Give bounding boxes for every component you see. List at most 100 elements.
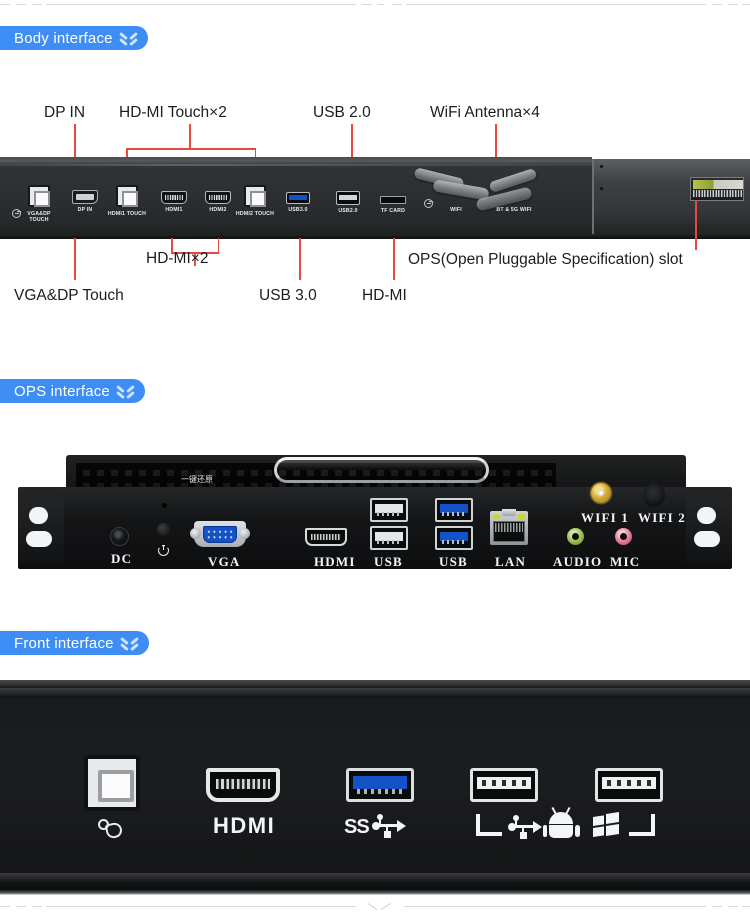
port-label-dp-in: DP IN xyxy=(77,207,93,213)
port-usb30-top[interactable] xyxy=(435,498,473,522)
port-usb30-front[interactable] xyxy=(346,768,414,802)
port-label-hdmi1-touch: HDMI1 TOUCH xyxy=(107,211,147,217)
ops-label-mic: MIC xyxy=(610,554,641,569)
ops-slot-connector xyxy=(690,177,744,201)
superspeed-ss-text: SS xyxy=(344,816,370,838)
front-panel-rail-top xyxy=(0,688,750,698)
port-hdmi-ops[interactable] xyxy=(305,528,347,546)
port-wifi: WIFI xyxy=(443,199,469,213)
leader-hdmi xyxy=(393,238,395,280)
port-hdmi2-touch[interactable]: HDMI2 TOUCH xyxy=(236,185,274,217)
body-interface-panel: VGA&DP TOUCH DP IN HDMI1 TOUCH HDMI1 HDM… xyxy=(0,157,750,239)
ops-handle[interactable] xyxy=(274,457,489,483)
port-usb30-bottom[interactable] xyxy=(435,526,473,550)
ops-mount-ear-left xyxy=(18,495,64,563)
port-usb20[interactable]: USB2.0 xyxy=(336,191,360,214)
port-label-bt-5g-wifi: BT & 5G WIFI xyxy=(496,207,532,213)
top-divider xyxy=(0,4,750,6)
leader-ops-slot xyxy=(695,200,697,250)
badge-ops-interface[interactable]: OPS interface xyxy=(0,379,145,403)
bottom-chevron-icon xyxy=(368,903,390,915)
badge-front-interface[interactable]: Front interface xyxy=(0,631,149,655)
port-hdmi1[interactable]: HDMI1 xyxy=(161,191,187,213)
usb-trident-icon xyxy=(508,815,542,839)
leader-usb-2-0 xyxy=(351,124,353,160)
hdmi-text-icon: HDMI xyxy=(213,813,276,838)
callout-usb-3-0: USB 3.0 xyxy=(259,287,317,304)
callout-vga-dp-touch: VGA&DP Touch xyxy=(14,287,124,304)
port-vga-dp-touch[interactable]: VGA&DP TOUCH xyxy=(27,185,50,223)
port-lan[interactable] xyxy=(490,509,528,545)
superspeed-usb-icon xyxy=(372,814,406,838)
ops-label-lan: LAN xyxy=(495,554,527,569)
ops-mount-ear-right xyxy=(686,495,732,563)
port-label-tf-card: TF CARD xyxy=(380,208,406,214)
antenna-hole-wifi2 xyxy=(643,483,665,507)
port-hdmi-front[interactable] xyxy=(206,768,280,802)
port-tf-card[interactable]: TF CARD xyxy=(380,196,406,214)
ops-label-usb-1: USB xyxy=(374,554,403,569)
port-label-usb30: USB3.0 xyxy=(288,207,308,213)
bracket-left-icon xyxy=(476,814,502,836)
body-panel-face: VGA&DP TOUCH DP IN HDMI1 TOUCH HDMI1 HDM… xyxy=(0,157,592,239)
port-audio-out[interactable] xyxy=(567,528,584,545)
port-mic-in[interactable] xyxy=(615,528,632,545)
port-hdmi1-touch[interactable]: HDMI1 TOUCH xyxy=(108,185,146,217)
port-label-vga-dp-touch: VGA&DP TOUCH xyxy=(27,211,51,223)
port-usb20-bottom[interactable] xyxy=(370,526,408,550)
ops-label-hdmi: HDMI xyxy=(314,554,356,569)
port-dc-jack[interactable] xyxy=(110,527,129,546)
port-label-wifi: WIFI xyxy=(450,207,462,213)
port-vga[interactable] xyxy=(190,521,250,547)
ops-label-dc: DC xyxy=(111,551,133,566)
port-usb30[interactable]: USB3.0 xyxy=(286,192,310,213)
badge-body-interface-label: Body interface xyxy=(14,29,113,47)
leader-usb-3-0 xyxy=(299,238,301,280)
callout-dp-in: DP IN xyxy=(44,104,86,121)
callout-usb-2-0: USB 2.0 xyxy=(313,104,371,121)
badge-front-interface-label: Front interface xyxy=(14,634,114,652)
ops-label-vga: VGA xyxy=(208,554,241,569)
port-hdmi2[interactable]: HDMI2 xyxy=(205,191,231,213)
body-panel-lip xyxy=(0,234,750,239)
reset-pinhole[interactable] xyxy=(162,503,167,508)
antenna-connector-wifi1[interactable] xyxy=(591,483,611,503)
ops-label-usb-2: USB xyxy=(439,554,468,569)
port-label-hdmi2: HDMI2 xyxy=(209,207,227,213)
one-key-restore-label: 一键还原 xyxy=(181,475,213,484)
android-icon xyxy=(542,812,580,838)
front-interface-panel: HDMI SS xyxy=(0,680,750,895)
badge-ops-interface-label: OPS interface xyxy=(14,382,110,400)
double-chevron-down-icon-2 xyxy=(118,383,133,399)
ops-label-wifi2: WIFI 2 xyxy=(638,510,687,525)
port-dp-in[interactable]: DP IN xyxy=(72,190,98,213)
callout-hdmi-touch-x2: HD-MI Touch×2 xyxy=(119,104,227,121)
screw-icon-2 xyxy=(424,199,433,208)
ops-interface-panel: 一键还原 DC VGA HDMI USB USB LAN WIFI 1 WIFI… xyxy=(18,455,732,575)
port-label-hdmi2-touch: HDMI2 TOUCH xyxy=(235,211,275,217)
leader-vga-dp-touch xyxy=(74,238,76,280)
ops-label-audio: AUDIO xyxy=(553,554,603,569)
ops-label-wifi1: WIFI 1 xyxy=(581,510,630,525)
port-usb-b-touch[interactable] xyxy=(84,755,140,811)
port-label-usb20: USB2.0 xyxy=(338,208,358,214)
callout-wifi-antenna-x4: WiFi Antenna×4 xyxy=(430,104,540,121)
windows-icon xyxy=(593,811,619,838)
double-chevron-down-icon-3 xyxy=(122,635,137,651)
front-panel-top-edge xyxy=(0,680,750,686)
screw-icon xyxy=(12,209,21,218)
callout-hdmi: HD-MI xyxy=(362,287,407,304)
leader-dp-in xyxy=(74,124,76,160)
badge-body-interface[interactable]: Body interface xyxy=(0,26,148,50)
ops-slot-housing[interactable] xyxy=(592,159,750,237)
callout-hdmi-x2: HD-MI×2 xyxy=(146,250,209,267)
power-button[interactable] xyxy=(157,523,170,536)
port-label-hdmi1: HDMI1 xyxy=(165,207,183,213)
port-usb-android[interactable] xyxy=(470,768,538,802)
port-usb20-top[interactable] xyxy=(370,498,408,522)
front-panel-bottom-edge xyxy=(0,890,750,895)
double-chevron-down-icon xyxy=(121,30,136,46)
port-usb-windows[interactable] xyxy=(595,768,663,802)
front-panel-rail-bottom xyxy=(0,873,750,883)
bracket-right-icon xyxy=(629,814,655,836)
